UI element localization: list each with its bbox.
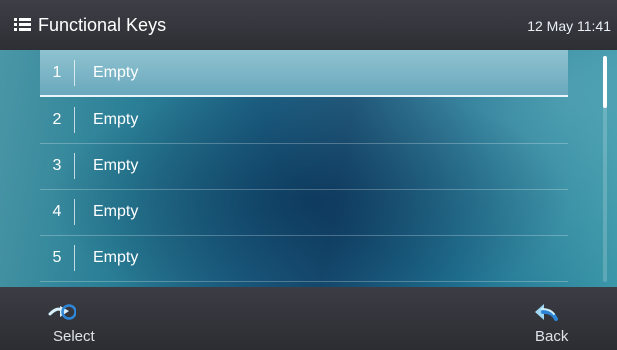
menu-list-icon [14, 18, 31, 31]
back-softkey[interactable]: Back [507, 287, 597, 350]
item-number: 2 [52, 111, 62, 128]
functional-keys-list: 1 Empty 2 Empty 3 Empty 4 Empty 5 Empty [0, 50, 617, 287]
row-divider [40, 281, 568, 282]
list-item-5[interactable]: 5 Empty [40, 235, 568, 282]
softkey-bar: Select Back [0, 287, 617, 350]
item-number: 3 [52, 157, 62, 174]
back-label: Back [535, 328, 569, 345]
item-separator [74, 107, 75, 133]
scrollbar[interactable] [603, 56, 607, 282]
item-label: Empty [93, 111, 139, 128]
item-separator [74, 153, 75, 179]
item-label: Empty [93, 157, 139, 174]
page-title: Functional Keys [38, 15, 167, 35]
scrollbar-thumb[interactable] [603, 56, 607, 108]
select-softkey[interactable]: Select [40, 287, 130, 350]
select-arrow-icon [48, 304, 76, 320]
item-label: Empty [93, 203, 139, 220]
item-number: 1 [52, 64, 62, 81]
item-label: Empty [93, 64, 139, 81]
date-time: 12 May 11:41 [527, 18, 611, 34]
back-arrow-icon [535, 304, 558, 321]
item-separator [74, 245, 75, 271]
list-item-4[interactable]: 4 Empty [40, 189, 568, 236]
item-number: 4 [52, 203, 62, 220]
list-item-1[interactable]: 1 Empty [40, 50, 568, 97]
select-label: Select [53, 328, 95, 345]
title-bar: Functional Keys 12 May 11:41 [0, 0, 617, 50]
item-separator [74, 60, 75, 86]
item-number: 5 [52, 249, 62, 266]
item-separator [74, 199, 75, 225]
phone-screen: Functional Keys 12 May 11:41 1 Empty 2 E… [0, 0, 617, 350]
list-item-2[interactable]: 2 Empty [40, 97, 568, 144]
item-label: Empty [93, 249, 139, 266]
list-item-3[interactable]: 3 Empty [40, 143, 568, 190]
